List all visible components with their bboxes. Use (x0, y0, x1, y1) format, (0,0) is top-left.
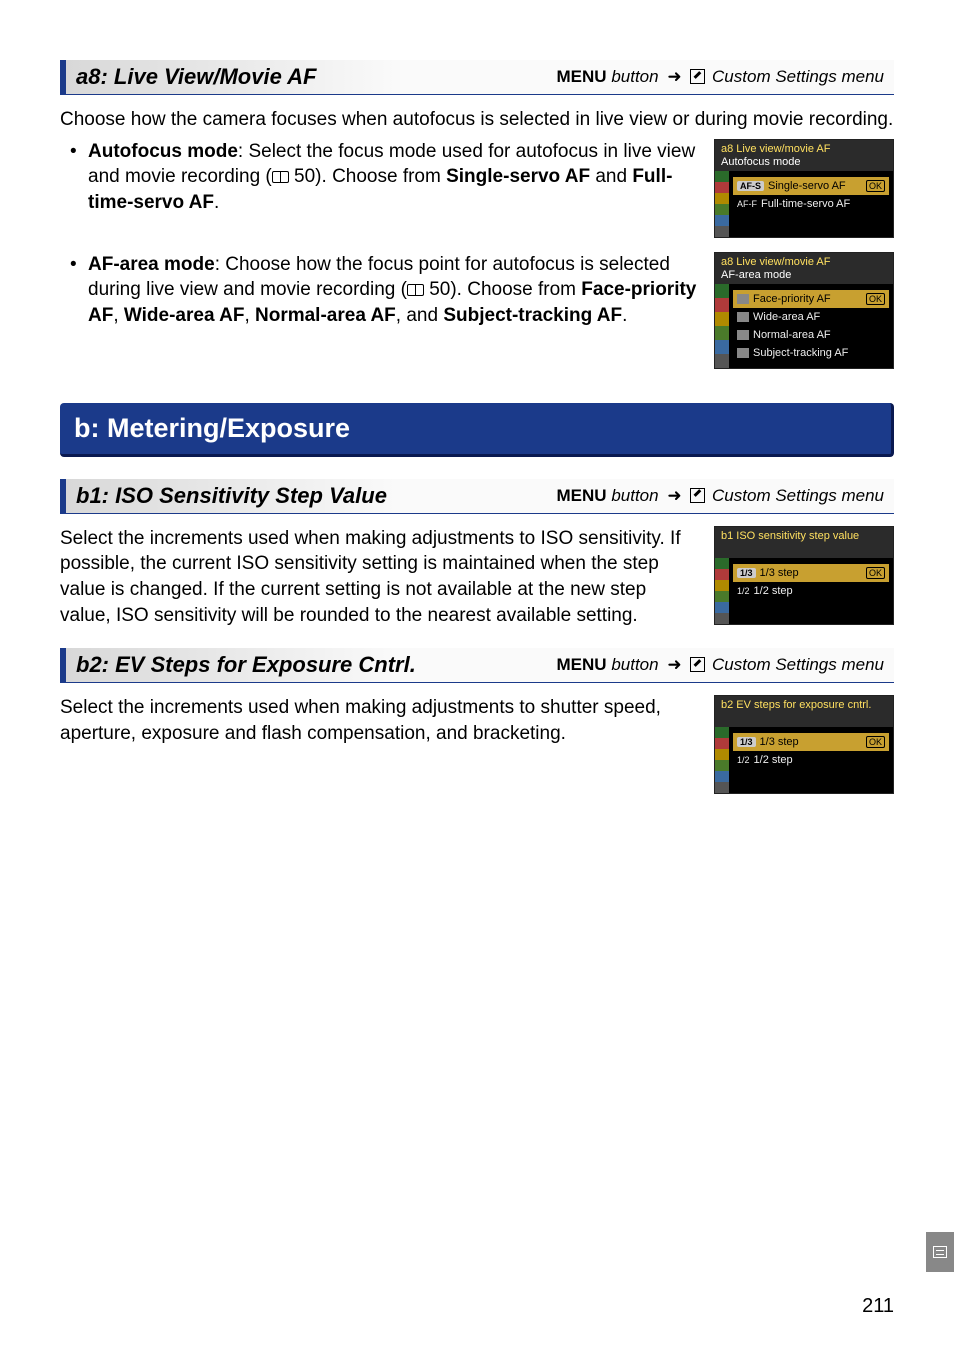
section-header-b1: b1: ISO Sensitivity Step Value MENU butt… (60, 479, 894, 514)
menu-button-label: MENU (557, 67, 607, 86)
menu-path: MENU button ➜ Custom Settings menu (557, 486, 884, 506)
section-header-a8: a8: Live View/Movie AF MENU button ➜ Cus… (60, 60, 894, 95)
heading-b: b: Metering/Exposure (60, 403, 894, 457)
cam2-sub: AF-area mode (721, 269, 887, 281)
bullet2-bold3: Normal-area AF (255, 305, 396, 326)
tracking-icon (737, 348, 749, 358)
cam2-title: a8 Live view/movie AF (721, 256, 887, 268)
bullet1-pageref: 50). Choose from (289, 166, 446, 187)
cam1-title: a8 Live view/movie AF (721, 143, 887, 155)
menu-list-icon (933, 1246, 947, 1258)
bullet1-lead: Autofocus mode (88, 141, 238, 162)
a8-bullet1: Autofocus mode: Select the focus mode us… (74, 139, 702, 216)
section-title: b1: ISO Sensitivity Step Value (76, 483, 387, 509)
menu-word: button (611, 655, 658, 674)
ok-icon: OK (866, 736, 885, 748)
b2-cam-opt2: 1/21/2 step (733, 751, 889, 769)
bullet2-end: . (622, 305, 627, 326)
bullet2-sep1: , (113, 305, 124, 326)
bullet2-sep2: , (244, 305, 255, 326)
bullet1-bold1: Single-servo AF (446, 166, 590, 187)
arrow-icon: ➜ (667, 655, 681, 675)
cam2-opt2: Wide-area AF (733, 308, 889, 326)
ok-icon: OK (866, 180, 885, 192)
arrow-icon: ➜ (667, 67, 681, 87)
cam-menu-b1: b1 ISO sensitivity step value 1/31/3 ste… (714, 526, 894, 625)
section-title: b2: EV Steps for Exposure Cntrl. (76, 652, 416, 678)
b1-cam-opt2: 1/21/2 step (733, 582, 889, 600)
side-tab (926, 1232, 954, 1272)
menu-button-label: MENU (557, 655, 607, 674)
pencil-icon (690, 657, 705, 672)
cam-menu-b2: b2 EV steps for exposure cntrl. 1/31/3 s… (714, 695, 894, 794)
cam-menu-a8-afarea: a8 Live view/movie AF AF-area mode Face-… (714, 252, 894, 369)
pencil-icon (690, 488, 705, 503)
section-header-b2: b2: EV Steps for Exposure Cntrl. MENU bu… (60, 648, 894, 683)
cam2-opt3: Normal-area AF (733, 326, 889, 344)
bullet2-mid: , and (396, 305, 444, 326)
bullet1-end: . (214, 192, 219, 213)
cam-menu-a8-autofocus: a8 Live view/movie AF Autofocus mode AF-… (714, 139, 894, 238)
bullet2-bold2: Wide-area AF (124, 305, 245, 326)
menu-dest: Custom Settings menu (712, 655, 884, 674)
a8-intro: Choose how the camera focuses when autof… (60, 107, 894, 133)
b1-cam-opt1: 1/31/3 stepOK (733, 564, 889, 582)
menu-dest: Custom Settings menu (712, 67, 884, 86)
cam2-opt1: Face-priority AFOK (733, 290, 889, 308)
bullet2-pageref: 50). Choose from (424, 279, 581, 300)
section-title: a8: Live View/Movie AF (76, 64, 316, 90)
book-icon (407, 284, 424, 296)
cam1-opt1: AF-SSingle-servo AFOK (733, 177, 889, 195)
b2-body: Select the increments used when making a… (60, 695, 702, 746)
menu-word: button (611, 486, 658, 505)
b1-row: Select the increments used when making a… (60, 526, 894, 635)
a8-bullet2-row: AF-area mode: Choose how the focus point… (60, 252, 894, 375)
pencil-icon (690, 69, 705, 84)
menu-path: MENU button ➜ Custom Settings menu (557, 655, 884, 675)
arrow-icon: ➜ (667, 486, 681, 506)
a8-bullet2: AF-area mode: Choose how the focus point… (74, 252, 702, 329)
book-icon (272, 171, 289, 183)
ok-icon: OK (866, 567, 885, 579)
b1-body: Select the increments used when making a… (60, 526, 702, 629)
a8-bullet1-row: Autofocus mode: Select the focus mode us… (60, 139, 894, 244)
b2-row: Select the increments used when making a… (60, 695, 894, 800)
menu-dest: Custom Settings menu (712, 486, 884, 505)
bullet1-mid: and (590, 166, 632, 187)
wide-icon (737, 312, 749, 322)
cam1-opt2: AF-FFull-time-servo AF (733, 195, 889, 213)
b2-cam-title: b2 EV steps for exposure cntrl. (721, 699, 887, 711)
b2-cam-opt1: 1/31/3 stepOK (733, 733, 889, 751)
b1-cam-title: b1 ISO sensitivity step value (721, 530, 887, 542)
bullet2-lead: AF-area mode (88, 254, 215, 275)
cam2-opt4: Subject-tracking AF (733, 344, 889, 362)
page-number: 211 (862, 1295, 894, 1318)
menu-button-label: MENU (557, 486, 607, 505)
menu-path: MENU button ➜ Custom Settings menu (557, 67, 884, 87)
face-icon (737, 294, 749, 304)
cam1-sub: Autofocus mode (721, 156, 887, 168)
ok-icon: OK (866, 293, 885, 305)
menu-word: button (611, 67, 658, 86)
normal-icon (737, 330, 749, 340)
bullet2-bold4: Subject-tracking AF (443, 305, 622, 326)
